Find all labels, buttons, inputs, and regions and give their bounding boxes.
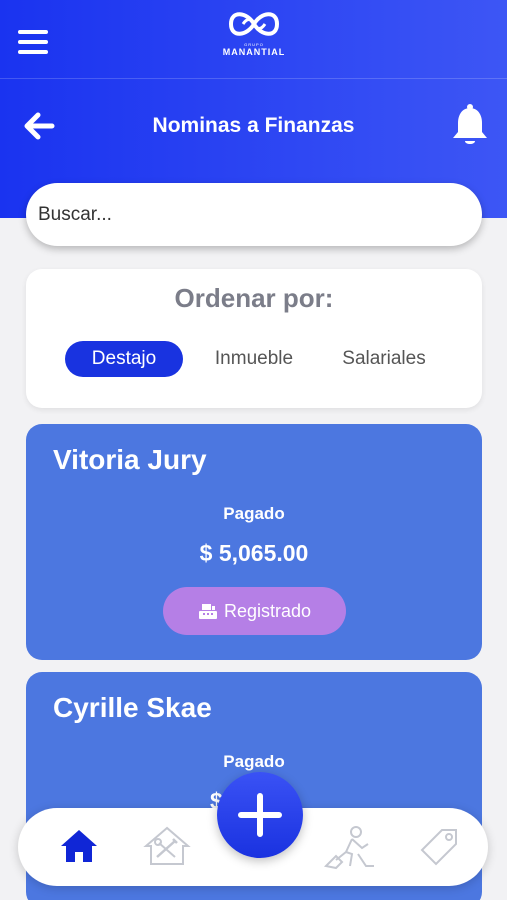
title-row: Nominas a Finanzas [0, 96, 507, 156]
home-icon[interactable] [56, 824, 102, 870]
worker-icon[interactable] [322, 824, 378, 870]
page-title: Nominas a Finanzas [152, 114, 355, 137]
employee-name: Cyrille Skae [53, 692, 212, 723]
app-logo: GRUPO MANANTIAL [214, 6, 294, 66]
sort-card: Ordenar por: Destajo Inmueble Salariales [26, 269, 482, 408]
payment-status: Pagado [223, 752, 285, 771]
employee-card[interactable]: Vitoria Jury Pagado $ 5,065.00 Registrad… [26, 424, 482, 660]
tag-icon[interactable] [416, 824, 462, 870]
logo-brand-text: MANANTIAL [222, 47, 286, 57]
search-input[interactable] [26, 183, 482, 246]
payment-status: Pagado [223, 504, 285, 523]
payment-amount: $ 5,065.00 [199, 540, 309, 566]
house-tools-icon[interactable] [142, 824, 191, 870]
cash-register-icon [198, 604, 217, 619]
add-icon [238, 793, 282, 837]
sort-title: Ordenar por: [174, 283, 334, 313]
registered-badge[interactable]: Registrado [163, 587, 346, 635]
sort-option-salariales[interactable]: Salariales [330, 341, 438, 377]
add-button[interactable] [217, 772, 303, 858]
badge-label: Registrado [223, 600, 312, 621]
logo-swirl-icon [228, 12, 280, 36]
menu-icon[interactable] [18, 30, 48, 54]
employee-name: Vitoria Jury [53, 444, 207, 475]
top-bar: GRUPO MANANTIAL [0, 0, 507, 79]
sort-option-inmueble[interactable]: Inmueble [201, 341, 307, 377]
notification-bell-icon[interactable] [450, 104, 490, 144]
sort-option-destajo[interactable]: Destajo [65, 341, 183, 377]
